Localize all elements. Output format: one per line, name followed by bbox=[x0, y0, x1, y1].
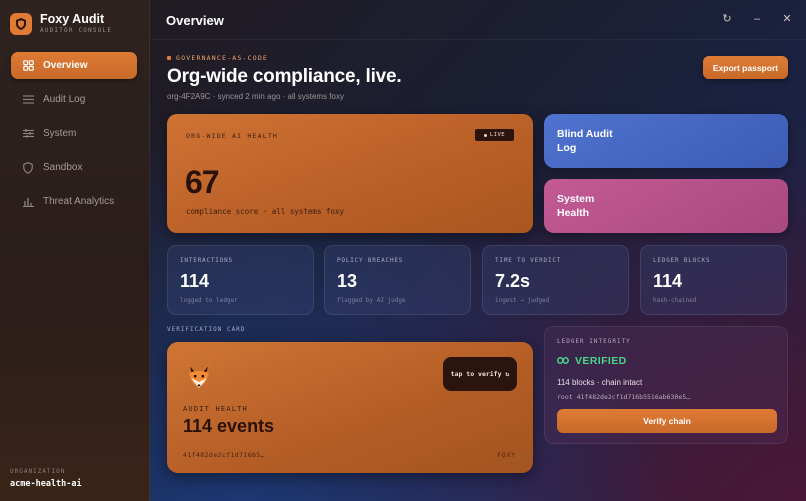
org-value: acme-health-ai bbox=[10, 479, 82, 489]
stat-label: LEDGER BLOCKS bbox=[653, 257, 711, 264]
sidebar-item-label: Audit Log bbox=[43, 94, 86, 105]
card-title-line2: Health bbox=[557, 207, 590, 219]
tap-to-verify-button[interactable]: tap to verify ↻ bbox=[443, 357, 517, 391]
grid-icon bbox=[22, 60, 34, 72]
sidebar-item-label: Threat Analytics bbox=[43, 196, 115, 207]
verification-brand: FOXY bbox=[497, 451, 516, 459]
health-score: 67 bbox=[185, 164, 220, 200]
sidebar: Foxy Audit AUDITOR CONSOLE Overview Audi… bbox=[0, 0, 150, 501]
refresh-icon[interactable]: ↻ bbox=[722, 12, 732, 26]
sliders-icon bbox=[22, 128, 34, 140]
live-badge: LIVE bbox=[475, 129, 514, 141]
topbar: Overview ↻ – ✕ bbox=[150, 0, 806, 40]
stat-value: 114 bbox=[653, 271, 683, 291]
sidebar-item-audit-log[interactable]: Audit Log bbox=[11, 86, 137, 113]
sidebar-item-label: Sandbox bbox=[43, 162, 83, 173]
verification-section-label: VERIFICATION CARD bbox=[167, 326, 246, 333]
page-title: Overview bbox=[166, 13, 224, 28]
link-icon bbox=[557, 355, 569, 367]
shield-logo-icon bbox=[10, 12, 32, 35]
ledger-root-hash: root 41f482de2cf1d716b5516ab630e5… bbox=[557, 393, 691, 401]
stat-value: 114 bbox=[180, 271, 210, 291]
card-title-line1: Blind Audit bbox=[557, 128, 613, 140]
org-label: ORGANIZATION bbox=[10, 468, 66, 475]
shield-icon bbox=[22, 161, 34, 174]
stat-sub: flagged by AI judge bbox=[337, 297, 406, 304]
app-subtitle: AUDITOR CONSOLE bbox=[40, 27, 113, 34]
app-title: Foxy Audit bbox=[40, 12, 105, 26]
blind-audit-log-card[interactable]: Blind Audit Log bbox=[544, 114, 788, 168]
org-health-card: ORG-WIDE AI HEALTH LIVE 67 compliance sc… bbox=[167, 114, 533, 233]
live-badge-text: LIVE bbox=[489, 132, 506, 138]
system-health-card[interactable]: System Health bbox=[544, 179, 788, 233]
stat-value: 7.2s bbox=[495, 271, 531, 291]
stat-value: 13 bbox=[337, 271, 358, 291]
stat-label: POLICY BREACHES bbox=[337, 257, 404, 264]
sidebar-item-label: System bbox=[43, 128, 77, 139]
list-icon bbox=[22, 94, 34, 106]
kicker-dot-icon bbox=[167, 56, 171, 60]
ledger-status-text: VERIFIED bbox=[575, 355, 627, 367]
health-caption: compliance score · all systems foxy bbox=[186, 207, 345, 216]
export-passport-button[interactable]: Export passport bbox=[703, 56, 788, 79]
sidebar-nav: Overview Audit Log System Sandbox Threat… bbox=[11, 52, 137, 222]
ledger-label: LEDGER INTEGRITY bbox=[557, 338, 631, 345]
card-title-line2: Log bbox=[557, 142, 577, 154]
brand: Foxy Audit AUDITOR CONSOLE bbox=[10, 12, 112, 35]
stat-sub: logged to ledger bbox=[180, 297, 238, 304]
sidebar-item-threat-analytics[interactable]: Threat Analytics bbox=[11, 188, 137, 215]
sidebar-item-label: Overview bbox=[43, 60, 88, 71]
audit-health-label: AUDIT HEALTH bbox=[183, 405, 248, 413]
sidebar-item-overview[interactable]: Overview bbox=[11, 52, 137, 79]
stat-label: TIME TO VERDICT bbox=[495, 257, 562, 264]
verification-card[interactable]: tap to verify ↻ AUDIT HEALTH 114 events … bbox=[167, 342, 533, 473]
bar-chart-icon bbox=[22, 196, 34, 208]
sidebar-item-system[interactable]: System bbox=[11, 120, 137, 147]
stat-ledger-blocks: LEDGER BLOCKS 114 hash-chained bbox=[640, 245, 787, 315]
fox-icon bbox=[185, 362, 213, 390]
ledger-integrity-panel: LEDGER INTEGRITY VERIFIED 114 blocks · c… bbox=[544, 326, 788, 444]
close-icon[interactable]: ✕ bbox=[782, 12, 792, 26]
verification-hash: 41f482de2cf1d716b5… bbox=[183, 451, 265, 459]
minimize-icon[interactable]: – bbox=[752, 12, 762, 26]
card-title-line1: System bbox=[557, 193, 595, 205]
live-dot-icon bbox=[483, 133, 487, 137]
sidebar-item-sandbox[interactable]: Sandbox bbox=[11, 154, 137, 181]
health-label: ORG-WIDE AI HEALTH bbox=[186, 132, 279, 140]
organization-info: ORGANIZATION acme-health-ai bbox=[10, 468, 82, 489]
window-controls: ↻ – ✕ bbox=[722, 12, 792, 26]
ledger-status: VERIFIED bbox=[557, 355, 627, 367]
audit-events-count: 114 events bbox=[183, 416, 275, 436]
ledger-detail: 114 blocks · chain intact bbox=[557, 378, 643, 387]
section-kicker: GOVERNANCE-AS-CODE bbox=[167, 54, 268, 62]
headline: Org-wide compliance, live. bbox=[167, 66, 402, 87]
stat-sub: hash-chained bbox=[653, 297, 697, 304]
stat-policy-breaches: POLICY BREACHES 13 flagged by AI judge bbox=[324, 245, 471, 315]
verify-chain-button[interactable]: Verify chain bbox=[557, 409, 777, 433]
stat-interactions: INTERACTIONS 114 logged to ledger bbox=[167, 245, 314, 315]
stat-time-to-verdict: TIME TO VERDICT 7.2s ingest → judged bbox=[482, 245, 629, 315]
kicker-text: GOVERNANCE-AS-CODE bbox=[176, 54, 269, 62]
subline: org-4F2A9C · synced 2 min ago · all syst… bbox=[167, 92, 344, 101]
stat-sub: ingest → judged bbox=[495, 297, 550, 304]
stat-label: INTERACTIONS bbox=[180, 257, 233, 264]
